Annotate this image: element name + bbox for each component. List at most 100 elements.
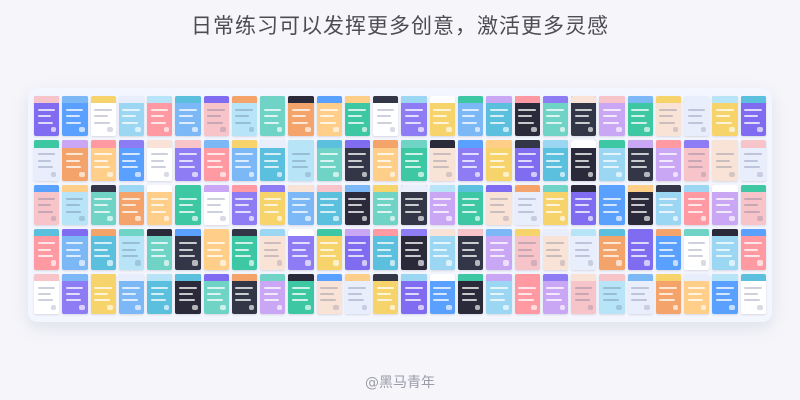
app-screen-thumbnail <box>712 273 738 314</box>
app-screen-thumbnail <box>542 140 569 181</box>
app-screen-thumbnail <box>34 273 60 314</box>
app-screen-thumbnail <box>599 96 625 137</box>
app-screen-thumbnail <box>486 140 512 181</box>
app-screen-thumbnail <box>175 140 201 181</box>
ui-gallery-panel <box>28 88 772 322</box>
app-screen-thumbnail <box>684 184 710 226</box>
app-screen-thumbnail <box>429 229 456 270</box>
app-screen-thumbnail <box>344 184 371 226</box>
app-screen-thumbnail <box>627 229 653 270</box>
app-screen-thumbnail <box>627 184 653 226</box>
app-screen-thumbnail <box>118 140 145 181</box>
app-screen-thumbnail <box>542 96 569 137</box>
app-screen-thumbnail <box>655 184 682 226</box>
app-screen-thumbnail <box>203 273 229 314</box>
app-screen-thumbnail <box>599 184 625 226</box>
app-screen-thumbnail <box>401 273 427 314</box>
app-screen-thumbnail <box>373 96 399 137</box>
app-screen-thumbnail <box>740 140 766 181</box>
app-screen-thumbnail <box>373 140 399 181</box>
app-screen-thumbnail <box>34 140 60 181</box>
app-screen-thumbnail <box>486 184 512 226</box>
app-screen-thumbnail <box>175 273 201 314</box>
app-screen-thumbnail <box>316 184 342 226</box>
app-screen-thumbnail <box>260 273 286 314</box>
app-screen-thumbnail <box>175 184 201 226</box>
app-screen-thumbnail <box>90 96 116 137</box>
app-screen-thumbnail <box>288 184 314 226</box>
ui-thumbnail-grid <box>34 96 766 314</box>
app-screen-thumbnail <box>231 140 258 181</box>
app-screen-thumbnail <box>712 229 738 270</box>
app-screen-thumbnail <box>429 273 456 314</box>
app-screen-thumbnail <box>231 184 258 226</box>
app-screen-thumbnail <box>373 273 399 314</box>
app-screen-thumbnail <box>740 229 766 270</box>
app-screen-thumbnail <box>458 140 484 181</box>
app-screen-thumbnail <box>627 273 653 314</box>
app-screen-thumbnail <box>401 140 427 181</box>
app-screen-thumbnail <box>316 96 342 137</box>
app-screen-thumbnail <box>401 96 427 137</box>
app-screen-thumbnail <box>712 140 738 181</box>
app-screen-thumbnail <box>401 229 427 270</box>
app-screen-thumbnail <box>90 140 116 181</box>
app-screen-thumbnail <box>655 96 682 137</box>
app-screen-thumbnail <box>458 273 484 314</box>
app-screen-thumbnail <box>34 229 60 270</box>
app-screen-thumbnail <box>486 273 512 314</box>
app-screen-thumbnail <box>542 273 569 314</box>
page-headline: 日常练习可以发挥更多创意，激活更多灵感 <box>191 14 609 38</box>
app-screen-thumbnail <box>373 184 399 226</box>
app-screen-thumbnail <box>90 229 116 270</box>
app-screen-thumbnail <box>231 273 258 314</box>
app-screen-thumbnail <box>599 273 625 314</box>
app-screen-thumbnail <box>684 229 710 270</box>
app-screen-thumbnail <box>34 184 60 226</box>
app-screen-thumbnail <box>655 273 682 314</box>
app-screen-thumbnail <box>571 96 597 137</box>
app-screen-thumbnail <box>203 229 229 270</box>
app-screen-thumbnail <box>147 140 173 181</box>
app-screen-thumbnail <box>571 229 597 270</box>
app-screen-thumbnail <box>90 184 116 226</box>
app-screen-thumbnail <box>231 96 258 137</box>
app-screen-thumbnail <box>740 273 766 314</box>
app-screen-thumbnail <box>571 140 597 181</box>
app-screen-thumbnail <box>90 273 116 314</box>
app-screen-thumbnail <box>203 140 229 181</box>
app-screen-thumbnail <box>147 96 173 137</box>
app-screen-thumbnail <box>288 140 314 181</box>
app-screen-thumbnail <box>429 184 456 226</box>
app-screen-thumbnail <box>288 273 314 314</box>
app-screen-thumbnail <box>542 229 569 270</box>
app-screen-thumbnail <box>118 273 145 314</box>
app-screen-thumbnail <box>429 140 456 181</box>
app-screen-thumbnail <box>599 140 625 181</box>
app-screen-thumbnail <box>486 229 512 270</box>
app-screen-thumbnail <box>542 184 569 226</box>
app-screen-thumbnail <box>571 184 597 226</box>
app-screen-thumbnail <box>599 229 625 270</box>
app-screen-thumbnail <box>684 96 710 137</box>
app-screen-thumbnail <box>344 96 371 137</box>
app-screen-thumbnail <box>655 229 682 270</box>
app-screen-thumbnail <box>62 96 88 137</box>
app-screen-thumbnail <box>486 96 512 137</box>
app-screen-thumbnail <box>118 96 145 137</box>
app-screen-thumbnail <box>118 184 145 226</box>
app-screen-thumbnail <box>344 273 371 314</box>
app-screen-thumbnail <box>429 96 456 137</box>
app-screen-thumbnail <box>175 96 201 137</box>
app-screen-thumbnail <box>571 273 597 314</box>
app-screen-thumbnail <box>316 140 342 181</box>
app-screen-thumbnail <box>203 96 229 137</box>
app-screen-thumbnail <box>344 140 371 181</box>
app-screen-thumbnail <box>175 229 201 270</box>
app-screen-thumbnail <box>514 140 540 181</box>
app-screen-thumbnail <box>62 184 88 226</box>
author-watermark: @黑马青年 <box>365 375 435 391</box>
app-screen-thumbnail <box>627 140 653 181</box>
app-screen-thumbnail <box>62 229 88 270</box>
app-screen-thumbnail <box>740 96 766 137</box>
